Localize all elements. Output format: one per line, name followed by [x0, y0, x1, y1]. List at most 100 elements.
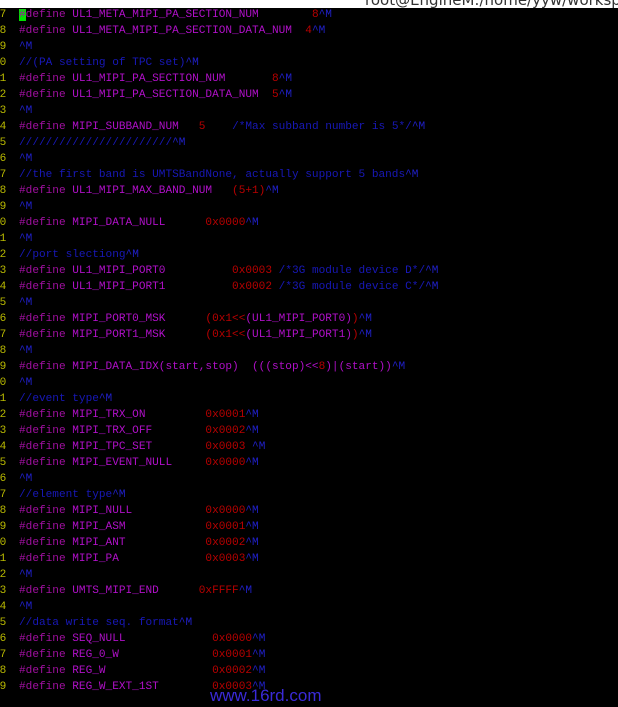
code-line[interactable]: 01 ^M	[0, 233, 618, 249]
code-text: #define MIPI_TRX_OFF 0x0002^M	[19, 425, 259, 437]
comment: //port slectiong	[19, 249, 126, 261]
carriage-return-marker: ^M	[252, 649, 266, 661]
identifier: UL1_META_MIPI_PA_SECTION_DATA_NUM	[65, 25, 306, 37]
carriage-return-marker: ^M	[245, 521, 259, 533]
code-line[interactable]: 25 //data write seq. format^M	[0, 617, 618, 633]
window-title-bar[interactable]: root@EngineM:/home/yyw/workspace/6735/mo…	[0, 0, 618, 8]
code-text: #define MIPI_DATA_NULL 0x0000^M	[19, 217, 259, 229]
code-text: //port slectiong^M	[19, 249, 139, 261]
identifier: (UL1_MIPI_PORT1)	[245, 329, 352, 341]
line-number: 05	[0, 297, 7, 309]
identifier: UMTS_MIPI_END	[65, 585, 199, 597]
code-line[interactable]: 06 #define MIPI_PORT0_MSK (0x1<<(UL1_MIPI…	[0, 313, 618, 329]
code-text: ^M	[19, 41, 32, 53]
code-line[interactable]: 24 ^M	[0, 601, 618, 617]
carriage-return-marker: ^M	[252, 441, 266, 453]
code-line[interactable]: 11 //event type^M	[0, 393, 618, 409]
line-number: 28	[0, 665, 7, 677]
code-line[interactable]: 23 #define UMTS_MIPI_END 0xFFFF^M	[0, 585, 618, 601]
code-line[interactable]: 07 #define MIPI_PORT1_MSK (0x1<<(UL1_MIPI…	[0, 329, 618, 345]
code-line[interactable]: 14 #define MIPI_TPC_SET 0x0003 ^M	[0, 441, 618, 457]
code-line[interactable]: 87 #define UL1_META_MIPI_PA_SECTION_NUM 8…	[0, 9, 618, 25]
identifier: REG_W	[65, 665, 213, 677]
code-line[interactable]: 91 #define UL1_MIPI_PA_SECTION_NUM 8^M	[0, 73, 618, 89]
code-line[interactable]: 09 #define MIPI_DATA_IDX(start,stop) (((s…	[0, 361, 618, 377]
carriage-return-marker: ^M	[278, 73, 292, 85]
identifier: REG_W_EXT_1ST	[65, 681, 213, 693]
code-line[interactable]: 92 #define UL1_MIPI_PA_SECTION_DATA_NUM 5…	[0, 89, 618, 105]
line-number: 99	[0, 201, 7, 213]
code-line[interactable]: 12 #define MIPI_TRX_ON 0x0001^M	[0, 409, 618, 425]
code-line[interactable]: 04 #define UL1_MIPI_PORT1 0x0002 /*3G mod…	[0, 281, 618, 297]
preprocessor-keyword: #define	[19, 25, 66, 37]
code-text: //data write seq. format^M	[19, 617, 192, 629]
carriage-return-marker: ^M	[425, 281, 439, 293]
line-number: 14	[0, 441, 7, 453]
code-text: ^M	[19, 377, 32, 389]
numeric-literal: )	[351, 329, 359, 341]
code-text: ^M	[19, 105, 32, 117]
vim-editor-buffer[interactable]: 87 #define UL1_META_MIPI_PA_SECTION_NUM 8…	[0, 9, 618, 697]
code-line[interactable]: 17 //element type^M	[0, 489, 618, 505]
carriage-return-marker: ^M	[245, 425, 259, 437]
code-line[interactable]: 21 #define MIPI_PA 0x0003^M	[0, 553, 618, 569]
watermark: www.16rd.com	[210, 686, 322, 705]
carriage-return-marker: ^M	[19, 153, 33, 165]
code-text: #define MIPI_ANT 0x0002^M	[19, 537, 259, 549]
identifier: MIPI_TRX_OFF	[65, 425, 206, 437]
code-line[interactable]: 00 #define MIPI_DATA_NULL 0x0000^M	[0, 217, 618, 233]
preprocessor-keyword: #define	[19, 649, 66, 661]
carriage-return-marker: ^M	[252, 633, 266, 645]
code-line[interactable]: 08 ^M	[0, 345, 618, 361]
code-line[interactable]: 97 //the first band is UMTSBandNone, actu…	[0, 169, 618, 185]
code-line[interactable]: 20 #define MIPI_ANT 0x0002^M	[0, 537, 618, 553]
code-line[interactable]: 03 #define UL1_MIPI_PORT0 0x0003 /*3G mod…	[0, 265, 618, 281]
code-text: #define MIPI_DATA_IDX(start,stop) (((sto…	[19, 361, 405, 373]
code-line[interactable]: 28 #define REG_W 0x0002^M	[0, 665, 618, 681]
code-line[interactable]: 15 #define MIPI_EVENT_NULL 0x0000^M	[0, 457, 618, 473]
code-line[interactable]: 89 ^M	[0, 41, 618, 57]
code-line[interactable]: 98 #define UL1_MIPI_MAX_BAND_NUM (5+1)^M	[0, 185, 618, 201]
carriage-return-marker: ^M	[185, 57, 199, 69]
code-line[interactable]: 16 ^M	[0, 473, 618, 489]
preprocessor-keyword: #define	[19, 313, 66, 325]
line-number: 93	[0, 105, 7, 117]
code-line[interactable]: 88 #define UL1_META_MIPI_PA_SECTION_DATA_…	[0, 25, 618, 41]
line-number: 15	[0, 457, 7, 469]
code-text: #define REG_0_W 0x0001^M	[19, 649, 265, 661]
code-line[interactable]: 19 #define MIPI_ASM 0x0001^M	[0, 521, 618, 537]
code-line[interactable]: 93 ^M	[0, 105, 618, 121]
identifier: MIPI_SUBBAND_NUM	[65, 121, 199, 133]
code-line[interactable]: 95 ///////////////////////^M	[0, 137, 618, 153]
line-number: 11	[0, 393, 7, 405]
code-line[interactable]: 96 ^M	[0, 153, 618, 169]
code-text: #define MIPI_PORT1_MSK (0x1<<(UL1_MIPI_P…	[19, 329, 372, 341]
code-text: ///////////////////////^M	[19, 137, 185, 149]
line-number: 24	[0, 601, 7, 613]
carriage-return-marker: ^M	[278, 89, 292, 101]
code-line[interactable]: 02 //port slectiong^M	[0, 249, 618, 265]
numeric-literal: 0x0000	[205, 505, 246, 517]
code-line[interactable]: 27 #define REG_0_W 0x0001^M	[0, 649, 618, 665]
line-number: 95	[0, 137, 7, 149]
code-line[interactable]: 13 #define MIPI_TRX_OFF 0x0002^M	[0, 425, 618, 441]
code-line[interactable]: 22 ^M	[0, 569, 618, 585]
line-number: 29	[0, 681, 7, 693]
carriage-return-marker: ^M	[245, 505, 259, 517]
code-line[interactable]: 94 #define MIPI_SUBBAND_NUM 5 /*Max subba…	[0, 121, 618, 137]
carriage-return-marker: ^M	[19, 345, 33, 357]
identifier: UL1_MIPI_PA_SECTION_DATA_NUM	[65, 89, 272, 101]
line-number: 10	[0, 377, 7, 389]
code-text: #define MIPI_ASM 0x0001^M	[19, 521, 259, 533]
code-line[interactable]: 05 ^M	[0, 297, 618, 313]
code-text: ^M	[19, 345, 32, 357]
code-line[interactable]: 26 #define SEQ_NULL 0x0000^M	[0, 633, 618, 649]
carriage-return-marker: ^M	[19, 233, 33, 245]
code-line[interactable]: 90 //(PA setting of TPC set)^M	[0, 57, 618, 73]
numeric-literal: 5	[272, 89, 279, 101]
code-text: #define SEQ_NULL 0x0000^M	[19, 633, 265, 645]
code-line[interactable]: 99 ^M	[0, 201, 618, 217]
carriage-return-marker: ^M	[265, 185, 279, 197]
code-line[interactable]: 10 ^M	[0, 377, 618, 393]
code-line[interactable]: 18 #define MIPI_NULL 0x0000^M	[0, 505, 618, 521]
